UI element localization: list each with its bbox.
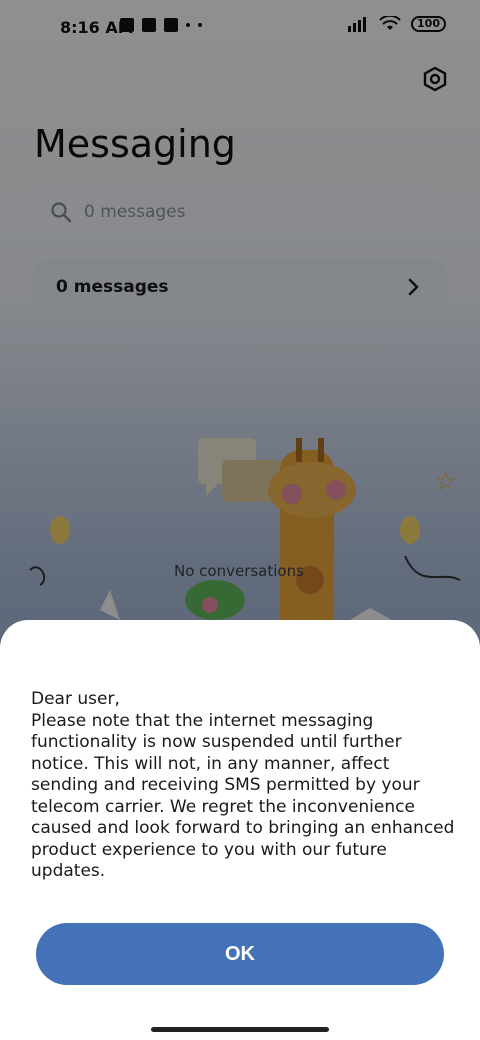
ok-button[interactable]: OK [36, 923, 444, 985]
notice-message: Dear user, Please note that the internet… [31, 689, 455, 881]
home-indicator[interactable] [151, 1027, 329, 1032]
